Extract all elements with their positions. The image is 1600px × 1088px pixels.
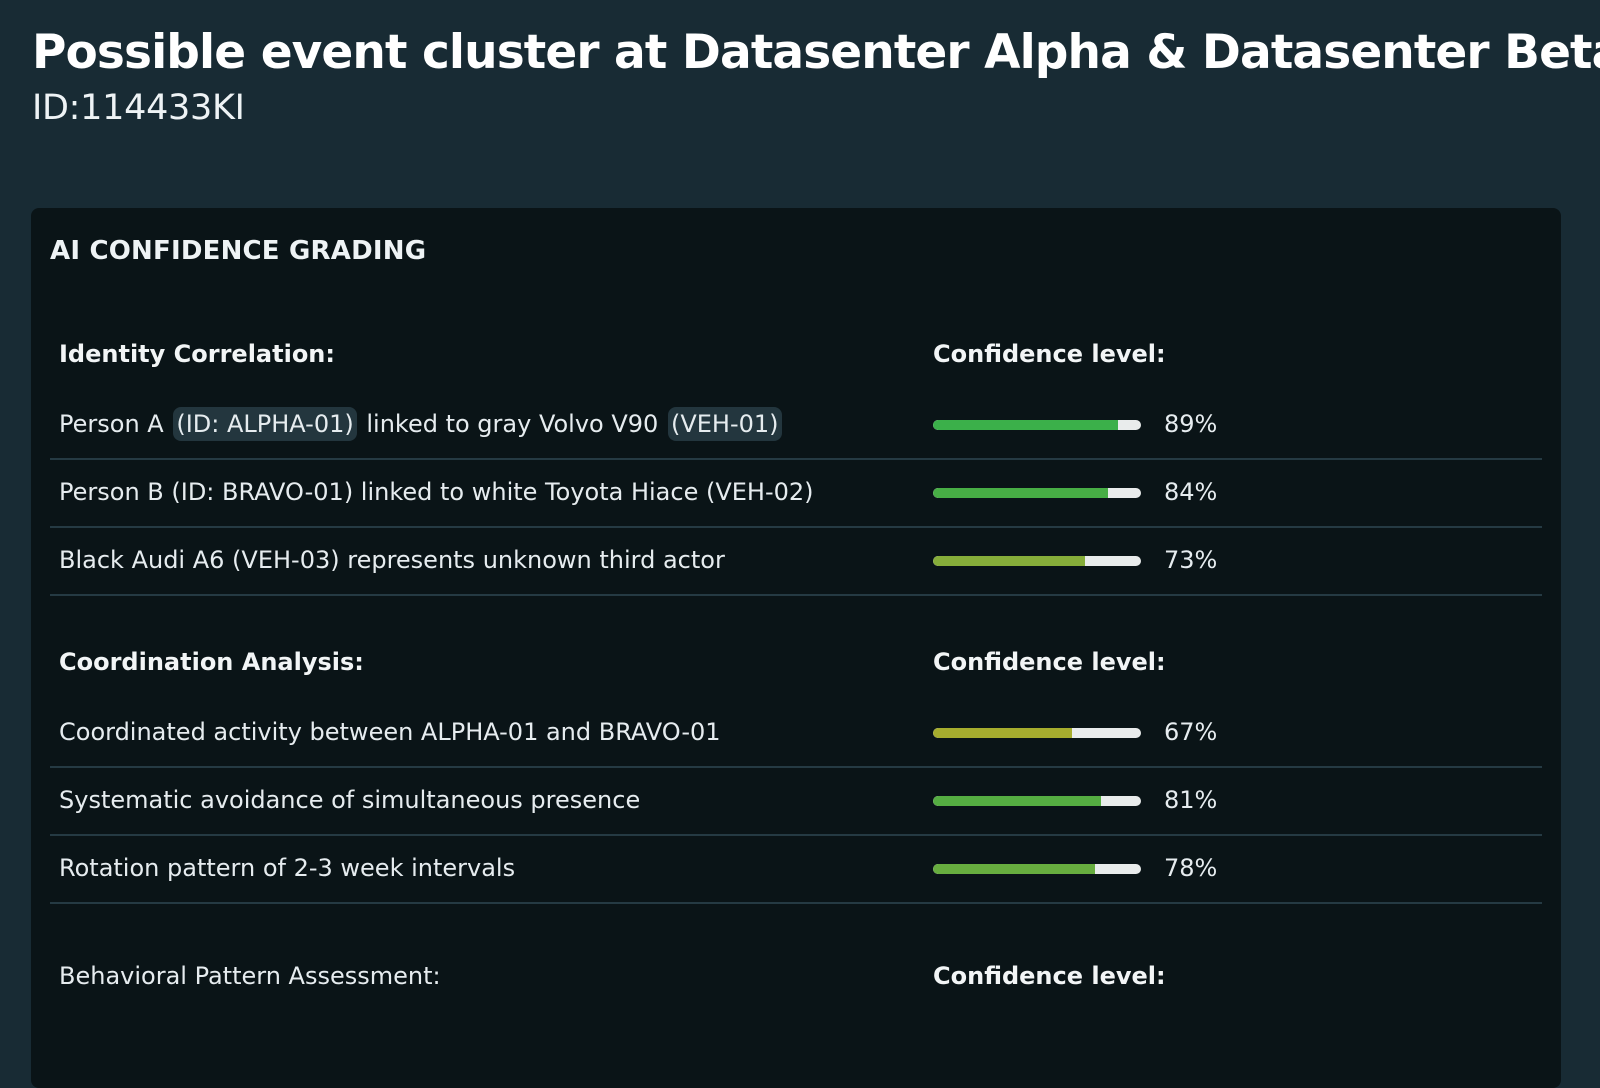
confidence-row: Rotation pattern of 2-3 week intervals 7…: [50, 836, 1542, 904]
confidence-bar: [933, 796, 1141, 806]
section-identity-correlation: Identity Correlation: Confidence level: …: [50, 324, 1542, 596]
confidence-row: Systematic avoidance of simultaneous pre…: [50, 768, 1542, 836]
confidence-percent: 67%: [1164, 718, 1218, 746]
confidence-row: Person B (ID: BRAVO-01) linked to white …: [50, 460, 1542, 528]
confidence-row: Black Audi A6 (VEH-03) represents unknow…: [50, 528, 1542, 596]
confidence-bar: [933, 420, 1141, 430]
confidence-bar: [933, 556, 1141, 566]
confidence-bar: [933, 488, 1141, 498]
section-title: Identity Correlation:: [59, 340, 335, 368]
confidence-row: Coordinated activity between ALPHA-01 an…: [50, 700, 1542, 768]
confidence-bar: [933, 728, 1141, 738]
confidence-bar-fill: [933, 420, 1119, 430]
confidence-row: Person A (ID: ALPHA-01) linked to gray V…: [50, 392, 1542, 460]
row-label: Systematic avoidance of simultaneous pre…: [59, 786, 641, 814]
section-header: Coordination Analysis: Confidence level:: [50, 632, 1542, 700]
section-behavioral-pattern-assessment: Behavioral Pattern Assessment: Confidenc…: [50, 946, 1542, 1014]
row-label: Coordinated activity between ALPHA-01 an…: [59, 718, 721, 746]
panel-title: AI CONFIDENCE GRADING: [50, 236, 427, 266]
row-label: Black Audi A6 (VEH-03) represents unknow…: [59, 546, 725, 574]
section-header: Behavioral Pattern Assessment: Confidenc…: [50, 946, 1542, 1014]
confidence-level-header: Confidence level:: [933, 962, 1166, 990]
confidence-bar-fill: [933, 728, 1073, 738]
confidence-bar-fill: [933, 796, 1102, 806]
section-title: Behavioral Pattern Assessment:: [59, 962, 441, 990]
confidence-bar-fill: [933, 556, 1085, 566]
confidence-level-header: Confidence level:: [933, 340, 1166, 368]
confidence-percent: 89%: [1164, 410, 1218, 438]
confidence-grading-panel: AI CONFIDENCE GRADING Identity Correlati…: [31, 208, 1561, 1088]
entity-chip-veh-01[interactable]: (VEH-01): [667, 407, 782, 441]
page-header: Possible event cluster at Datasenter Alp…: [32, 22, 1600, 130]
confidence-percent: 78%: [1164, 854, 1218, 882]
row-label: Person A (ID: ALPHA-01) linked to gray V…: [59, 407, 784, 441]
row-label: Person B (ID: BRAVO-01) linked to white …: [59, 478, 814, 506]
row-label: Rotation pattern of 2-3 week intervals: [59, 854, 516, 882]
confidence-percent: 73%: [1164, 546, 1218, 574]
entity-chip-alpha-01[interactable]: (ID: ALPHA-01): [173, 407, 357, 441]
confidence-bar-fill: [933, 488, 1108, 498]
confidence-bar-fill: [933, 864, 1096, 874]
confidence-percent: 81%: [1164, 786, 1218, 814]
confidence-percent: 84%: [1164, 478, 1218, 506]
section-title: Coordination Analysis:: [59, 648, 364, 676]
section-coordination-analysis: Coordination Analysis: Confidence level:…: [50, 632, 1542, 904]
event-id: ID:114433KI: [32, 88, 245, 128]
confidence-bar: [933, 864, 1141, 874]
confidence-level-header: Confidence level:: [933, 648, 1166, 676]
page-title: Possible event cluster at Datasenter Alp…: [32, 25, 1600, 80]
label-text: Person A: [59, 410, 172, 438]
section-header: Identity Correlation: Confidence level:: [50, 324, 1542, 392]
label-text: linked to gray Volvo V90: [358, 410, 666, 438]
